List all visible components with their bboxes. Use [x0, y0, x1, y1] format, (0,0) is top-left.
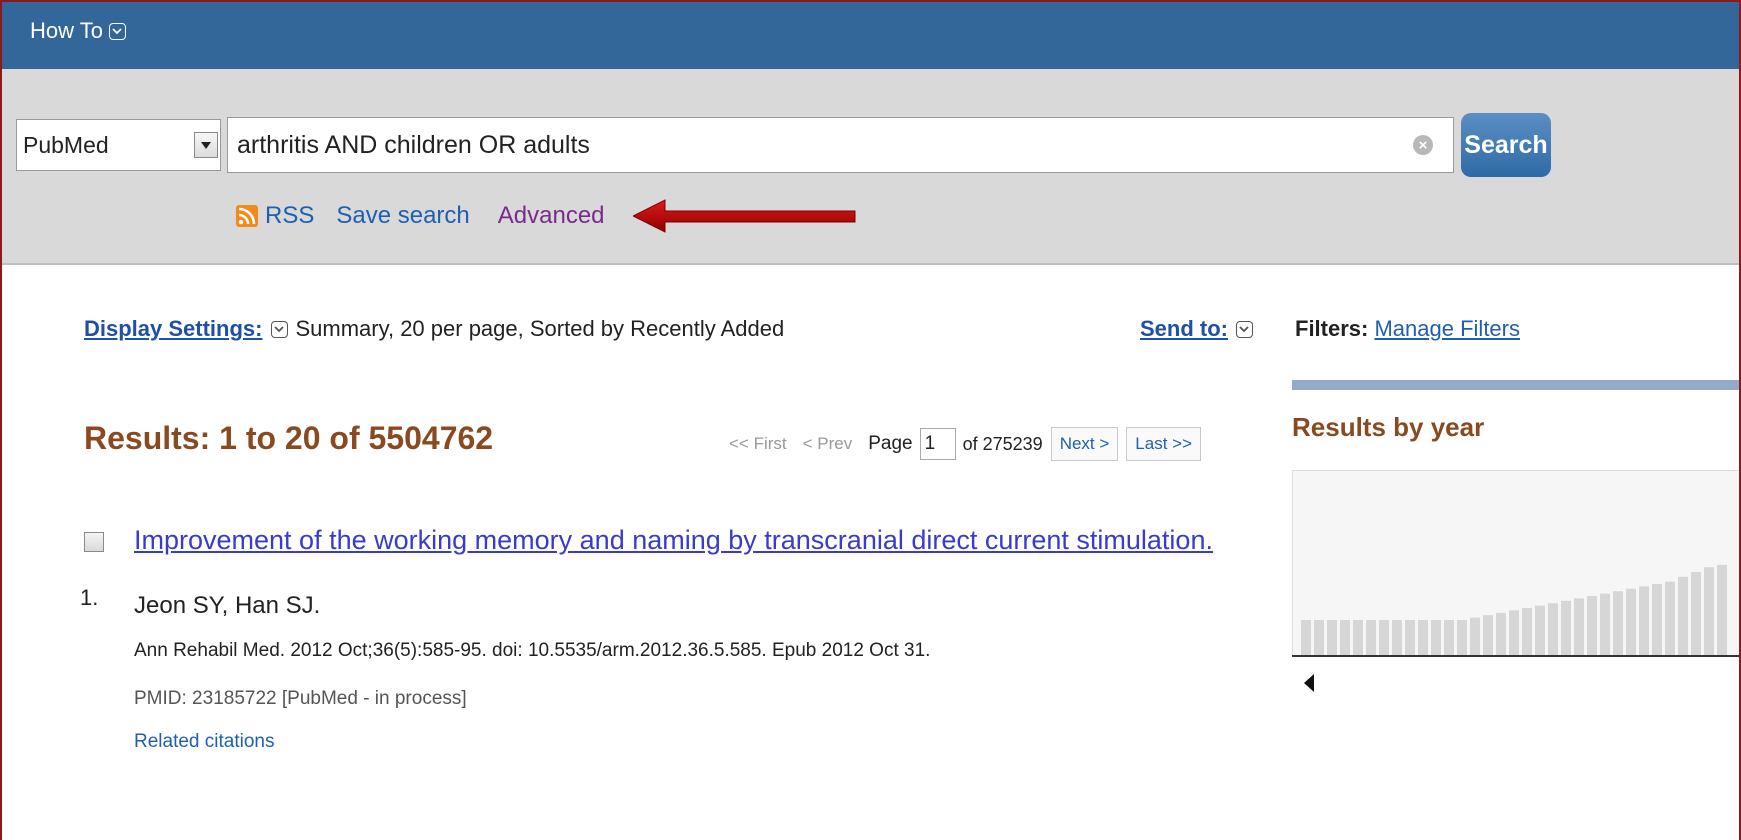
year-bar[interactable]	[1444, 620, 1454, 656]
how-to-menu[interactable]: How To	[30, 18, 126, 44]
chevron-down-icon[interactable]	[271, 320, 289, 338]
year-bar[interactable]	[1626, 588, 1636, 656]
next-page-button[interactable]: Next >	[1050, 427, 1119, 461]
year-bar[interactable]	[1301, 620, 1311, 656]
display-settings-value: Summary, 20 per page, Sorted by Recently…	[295, 316, 785, 341]
scroll-left-icon[interactable]	[1302, 673, 1316, 693]
rss-link[interactable]: RSS	[265, 202, 314, 230]
year-bar[interactable]	[1665, 581, 1675, 656]
top-bar: How To	[0, 0, 1741, 69]
year-bar[interactable]	[1600, 593, 1610, 656]
year-bar[interactable]	[1652, 584, 1662, 656]
display-settings-row: Display Settings: Summary, 20 per page, …	[84, 316, 784, 342]
year-bar[interactable]	[1392, 620, 1402, 656]
year-bar[interactable]	[1691, 572, 1701, 656]
related-citations-link[interactable]: Related citations	[134, 731, 274, 753]
chevron-down-icon[interactable]	[1236, 320, 1253, 338]
manage-filters-link[interactable]: Manage Filters	[1374, 316, 1520, 341]
red-arrow-annotation-icon	[633, 199, 856, 233]
year-bar[interactable]	[1574, 598, 1584, 656]
result-select-checkbox[interactable]	[84, 532, 104, 552]
result-pmid: PMID: 23185722 [PubMed - in process]	[134, 688, 467, 709]
how-to-label: How To	[30, 18, 103, 43]
year-bar[interactable]	[1587, 596, 1597, 656]
result-authors: Jeon SY, Han SJ.	[134, 592, 321, 619]
filters-label: Filters:	[1295, 316, 1369, 341]
year-bar[interactable]	[1405, 620, 1415, 656]
database-select-value: PubMed	[23, 131, 109, 158]
year-bar[interactable]	[1314, 620, 1324, 656]
filters-header: Filters: Manage Filters	[1295, 316, 1520, 342]
search-sublinks: RSS Save search Advanced	[236, 202, 605, 230]
search-query-text: arthritis AND children OR adults	[237, 130, 590, 159]
year-bar[interactable]	[1522, 608, 1532, 656]
page-total: of 275239	[962, 433, 1043, 454]
advanced-search-link[interactable]: Advanced	[498, 202, 605, 230]
display-settings-link[interactable]: Display Settings:	[84, 316, 262, 342]
year-bar[interactable]	[1561, 600, 1571, 656]
year-bar[interactable]	[1548, 603, 1558, 656]
year-bar[interactable]	[1470, 617, 1480, 656]
result-number: 1.	[80, 585, 99, 610]
year-bars	[1301, 564, 1727, 656]
database-select[interactable]: PubMed	[16, 119, 221, 171]
year-bar[interactable]	[1366, 620, 1376, 656]
year-bar[interactable]	[1327, 620, 1337, 656]
first-page-link[interactable]: << First	[729, 434, 787, 454]
rss-icon[interactable]	[236, 205, 258, 227]
chart-scrollbar[interactable]	[1292, 655, 1741, 712]
results-count-title: Results: 1 to 20 of 5504762	[84, 420, 494, 456]
year-bar[interactable]	[1483, 615, 1493, 656]
year-bar[interactable]	[1418, 620, 1428, 656]
year-bar[interactable]	[1613, 591, 1623, 656]
clear-search-icon[interactable]: ×	[1413, 135, 1433, 155]
last-page-button[interactable]: Last >>	[1126, 427, 1202, 461]
chevron-down-icon	[108, 22, 126, 40]
page-label: Page	[868, 433, 913, 454]
result-title-link[interactable]: Improvement of the working memory and na…	[134, 525, 1213, 556]
year-bar[interactable]	[1496, 612, 1506, 656]
dropdown-arrow-icon[interactable]	[194, 132, 218, 158]
year-bar[interactable]	[1704, 567, 1714, 656]
year-bar[interactable]	[1431, 620, 1441, 656]
year-bar[interactable]	[1639, 586, 1649, 656]
pagination: << First < Prev Page 1 of 275239 Next > …	[729, 427, 1202, 461]
year-bar[interactable]	[1379, 620, 1389, 656]
filters-divider-bar	[1292, 380, 1741, 390]
send-to-link[interactable]: Send to:	[1140, 316, 1228, 342]
result-citation: Ann Rehabil Med. 2012 Oct;36(5):585-95. …	[134, 640, 931, 661]
year-bar[interactable]	[1457, 620, 1467, 656]
year-bar[interactable]	[1353, 620, 1363, 656]
page-number-input[interactable]: 1	[919, 428, 956, 460]
year-bar[interactable]	[1535, 605, 1545, 656]
search-input[interactable]: arthritis AND children OR adults ×	[227, 117, 1454, 173]
prev-page-link[interactable]: < Prev	[803, 434, 853, 454]
year-bar[interactable]	[1340, 620, 1350, 656]
send-to-menu[interactable]: Send to:	[1140, 316, 1253, 342]
year-bar[interactable]	[1509, 610, 1519, 656]
year-bar[interactable]	[1717, 564, 1727, 656]
results-by-year-title: Results by year	[1292, 412, 1485, 442]
save-search-link[interactable]: Save search	[336, 202, 469, 230]
search-button[interactable]: Search	[1461, 113, 1551, 177]
year-bar[interactable]	[1678, 576, 1688, 656]
